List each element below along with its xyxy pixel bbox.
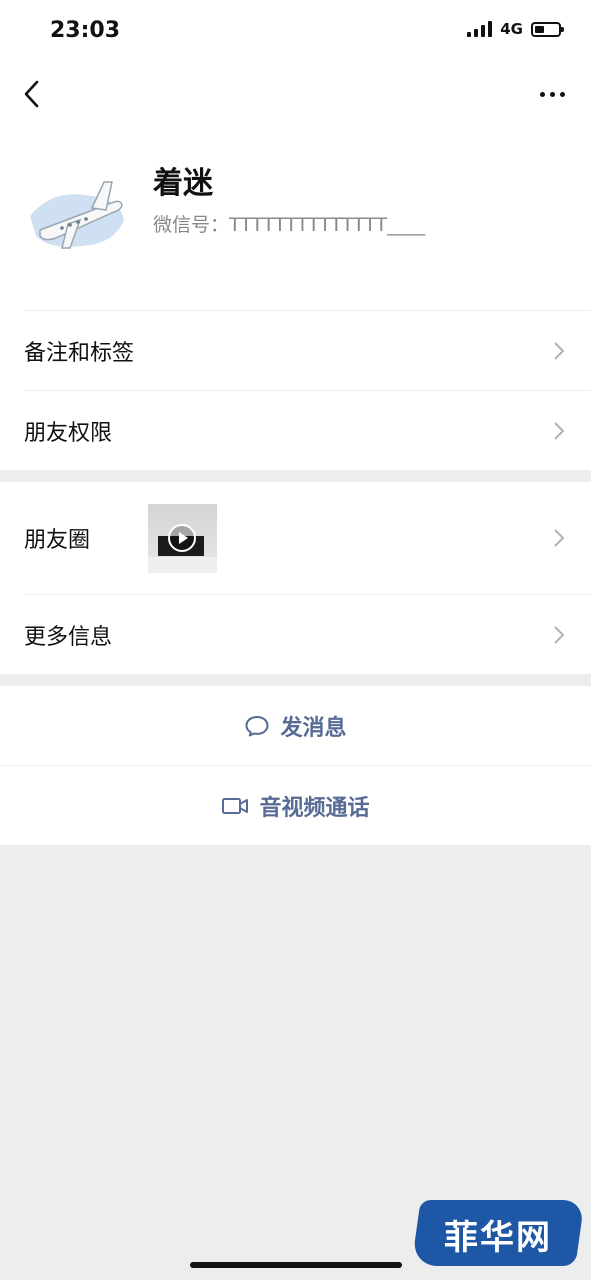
status-bar: 23:03 4G: [0, 0, 591, 64]
wechat-id-label: 微信号：: [153, 214, 230, 236]
menu-item-moments[interactable]: 朋友圈: [0, 482, 591, 594]
network-type: 4G: [500, 20, 523, 38]
chat-bubble-icon: [245, 715, 269, 736]
play-icon: [168, 524, 196, 552]
more-dots-icon[interactable]: [540, 92, 565, 97]
battery-icon: [531, 21, 564, 37]
menu-item-label: 朋友权限: [24, 420, 113, 446]
send-message-label: 发消息: [280, 715, 347, 741]
signal-icon: [467, 21, 493, 37]
chevron-right-icon: [554, 625, 565, 644]
avatar[interactable]: [22, 158, 132, 268]
video-camera-icon: [222, 797, 249, 814]
section-gap: [0, 470, 591, 482]
section-gap: [0, 674, 591, 686]
navigation-bar: [0, 64, 591, 128]
home-indicator[interactable]: [190, 1262, 402, 1268]
wechat-id: 微信号：TTTTTTTTTTTTTT____: [153, 210, 425, 237]
back-chevron-icon[interactable]: [20, 78, 44, 110]
menu-item-label: 更多信息: [24, 624, 113, 650]
chevron-right-icon: [554, 341, 565, 360]
status-icons: 4G: [467, 20, 564, 38]
chevron-right-icon: [554, 421, 565, 440]
menu-item-label: 朋友圈: [24, 528, 91, 553]
video-call-label: 音视频通话: [259, 795, 370, 821]
watermark-text: 菲华网: [444, 1218, 552, 1258]
status-time: 23:03: [50, 18, 121, 43]
contact-name: 着迷: [153, 166, 213, 201]
chevron-right-icon: [554, 529, 565, 547]
menu-item-remark-tags[interactable]: 备注和标签: [0, 311, 591, 390]
send-message-button[interactable]: 发消息: [0, 686, 591, 765]
menu-item-more-info[interactable]: 更多信息: [0, 595, 591, 674]
profile-header: 着迷 微信号：TTTTTTTTTTTTTT____: [0, 128, 591, 310]
watermark-logo: 菲华网: [411, 1200, 585, 1266]
moments-video-thumbnail[interactable]: [148, 504, 217, 573]
wechat-id-value: TTTTTTTTTTTTTT____: [229, 214, 426, 236]
menu-item-friend-permissions[interactable]: 朋友权限: [0, 391, 591, 470]
video-call-button[interactable]: 音视频通话: [0, 766, 591, 845]
menu-item-label: 备注和标签: [24, 340, 135, 366]
